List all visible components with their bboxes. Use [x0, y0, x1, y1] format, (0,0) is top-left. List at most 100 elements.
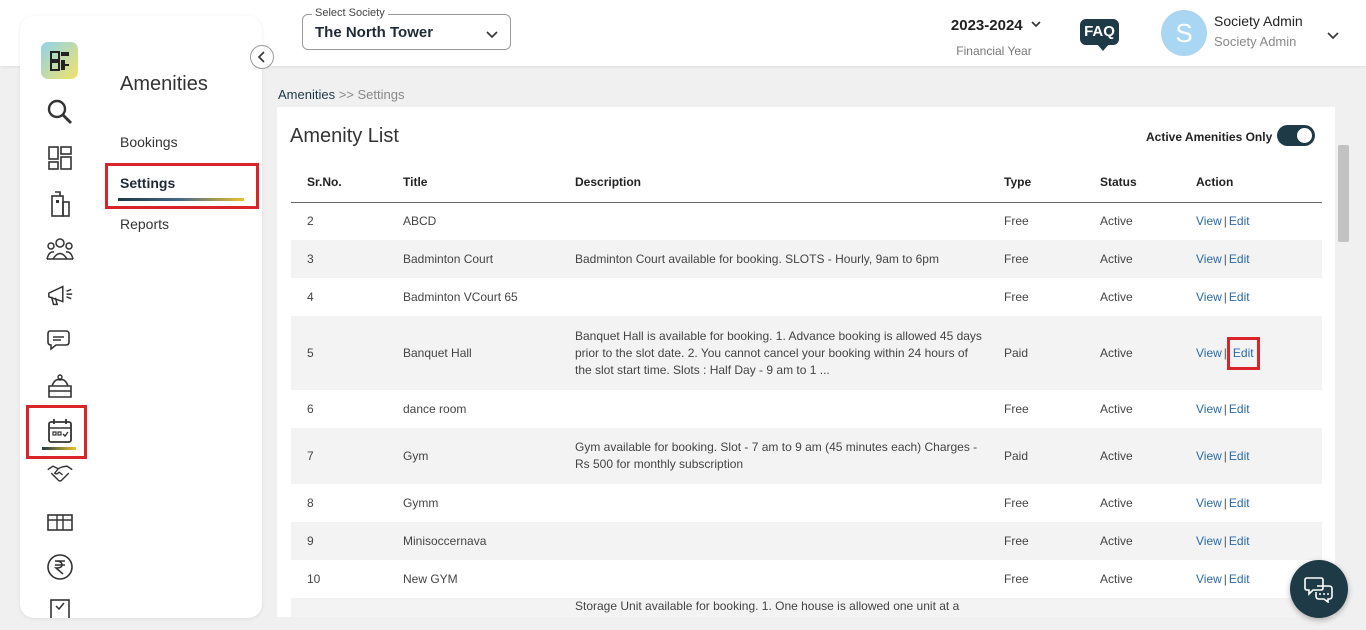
announcement-icon[interactable]	[46, 281, 74, 309]
cell-type: Free	[1004, 289, 1029, 304]
dashboard-icon[interactable]	[46, 144, 74, 172]
column-header: Title	[403, 163, 575, 203]
cell-type: Paid	[1004, 448, 1029, 463]
cell-sr-no: 5	[307, 345, 314, 360]
cell-sr-no: 3	[307, 251, 314, 266]
cell-sr-no: 9	[307, 533, 314, 548]
rupee-icon[interactable]	[46, 553, 74, 581]
cell-status: Active	[1100, 533, 1133, 548]
view-link[interactable]: View	[1196, 496, 1222, 510]
submenu-title: Amenities	[120, 73, 208, 95]
cell-title: Badminton VCourt 65	[403, 289, 518, 304]
cell-title: dance room	[403, 401, 467, 416]
table-header-row: Sr.No. Title Description Type Status Act…	[291, 163, 1322, 203]
column-header: Description	[575, 163, 1004, 203]
view-link[interactable]: View	[1196, 252, 1222, 266]
active-menu-highlight	[26, 405, 87, 459]
view-link[interactable]: View	[1196, 449, 1222, 463]
view-link[interactable]: View	[1196, 290, 1222, 304]
table-row: 10 New GYM Free Active View | Edit	[291, 560, 1322, 598]
cell-description: Banquet Hall is available for booking. 1…	[575, 328, 982, 377]
edit-link[interactable]: Edit	[1229, 534, 1250, 548]
cell-action: View | Edit	[1196, 202, 1322, 240]
services-icon[interactable]	[46, 372, 74, 400]
cell-sr-no: 2	[307, 213, 314, 228]
checklist-icon[interactable]	[46, 596, 74, 618]
amenity-table: Sr.No. Title Description Type Status Act…	[291, 163, 1322, 617]
view-link[interactable]: View	[1196, 534, 1222, 548]
cell-sr-no: 8	[307, 495, 314, 510]
cell-action: View | Edit	[1196, 390, 1322, 428]
handshake-icon[interactable]	[46, 460, 74, 488]
cell-description	[575, 278, 1004, 316]
cell-type: Free	[1004, 533, 1029, 548]
submenu-item-reports[interactable]: Reports	[120, 216, 169, 232]
cell-description: Gym available for booking. Slot - 7 am t…	[575, 440, 978, 471]
cell-description	[575, 484, 1004, 522]
cell-status: Active	[1100, 213, 1133, 228]
financial-year-label: Financial Year	[956, 44, 1032, 58]
cell-status: Active	[1100, 345, 1133, 360]
chat-bubbles-icon	[1304, 577, 1333, 603]
submenu-item-bookings[interactable]: Bookings	[120, 134, 178, 150]
view-link[interactable]: View	[1196, 214, 1222, 228]
avatar[interactable]: S	[1161, 10, 1207, 56]
user-menu-chevron-icon[interactable]	[1327, 27, 1339, 45]
breadcrumb-current: Settings	[357, 87, 405, 102]
chat-icon[interactable]	[46, 326, 74, 354]
search-icon[interactable]	[46, 98, 74, 126]
table-row: Storage Unit available for booking. 1. O…	[291, 598, 1322, 617]
edit-link[interactable]: Edit	[1229, 214, 1250, 228]
edit-link[interactable]: Edit	[1229, 449, 1250, 463]
edit-link[interactable]: Edit	[1229, 496, 1250, 510]
cell-type	[1004, 598, 1100, 617]
logo-icon[interactable]	[41, 42, 78, 79]
edit-link[interactable]: Edit	[1229, 290, 1250, 304]
column-header: Sr.No.	[291, 163, 403, 203]
cell-description: Storage Unit available for booking. 1. O…	[575, 599, 960, 613]
cell-description	[575, 560, 1004, 598]
table-row: 3 Badminton Court Badminton Court availabl…	[291, 240, 1322, 278]
cell-description	[575, 202, 1004, 240]
cell-status: Active	[1100, 448, 1133, 463]
members-icon[interactable]	[46, 235, 74, 263]
cell-title: ABCD	[403, 213, 437, 228]
faq-button[interactable]: FAQ	[1080, 19, 1119, 51]
sidebar: Amenities Bookings Settings Reports	[20, 16, 274, 618]
breadcrumb-root[interactable]: Amenities	[278, 87, 335, 102]
cell-action: View | Edit	[1196, 428, 1322, 484]
action-separator: |	[1223, 571, 1227, 586]
collapse-sidebar-button[interactable]	[250, 45, 274, 69]
view-link[interactable]: View	[1196, 346, 1222, 360]
page-title: Amenity List	[290, 125, 399, 147]
society-select[interactable]: Select Society The North Tower	[302, 7, 511, 50]
chevron-left-icon	[257, 51, 265, 63]
edit-link[interactable]: Edit	[1233, 346, 1254, 360]
chat-support-button[interactable]	[1290, 560, 1348, 618]
active-only-toggle[interactable]	[1277, 125, 1315, 146]
society-select-value: The North Tower	[315, 24, 434, 41]
toggle-knob	[1297, 128, 1312, 143]
cell-action: View | Edit	[1196, 484, 1322, 522]
cell-sr-no: 7	[307, 448, 314, 463]
scrollbar-thumb[interactable]	[1338, 145, 1349, 242]
column-header: Status	[1100, 163, 1196, 203]
financial-year-selector[interactable]: 2023-2024 Financial Year	[944, 15, 1048, 58]
package-icon[interactable]	[46, 507, 74, 535]
edit-link[interactable]: Edit	[1229, 402, 1250, 416]
action-separator: |	[1223, 213, 1227, 228]
user-name[interactable]: Society Admin	[1214, 13, 1303, 29]
cell-type: Free	[1004, 213, 1029, 228]
building-icon[interactable]	[46, 190, 74, 218]
column-header: Action	[1196, 163, 1322, 203]
edit-link[interactable]: Edit	[1229, 572, 1250, 586]
edit-link[interactable]: Edit	[1229, 252, 1250, 266]
cell-title: Gymm	[403, 495, 439, 510]
cell-title: Badminton Court	[403, 251, 494, 266]
submenu-item-settings[interactable]: Settings	[120, 175, 175, 191]
view-link[interactable]: View	[1196, 402, 1222, 416]
action-separator: |	[1223, 533, 1227, 548]
cell-type: Free	[1004, 251, 1029, 266]
table-row: 2 ABCD Free Active View | Edit	[291, 202, 1322, 240]
view-link[interactable]: View	[1196, 572, 1222, 586]
